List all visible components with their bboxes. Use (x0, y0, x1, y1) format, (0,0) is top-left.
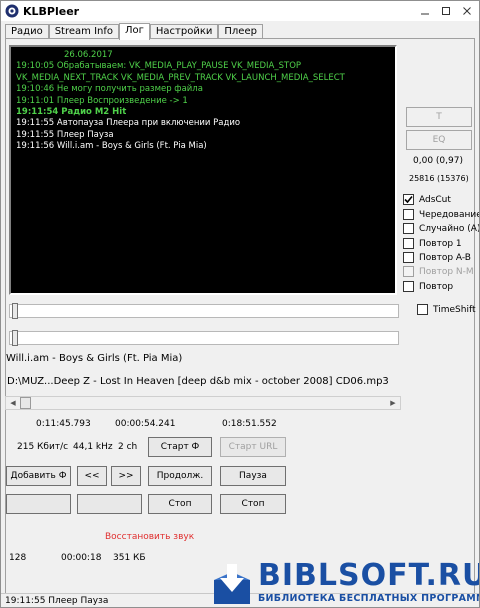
app-logo-icon (5, 4, 19, 18)
minimize-icon[interactable] (415, 2, 435, 20)
log-line: 19:11:54 Радио M2 Hit (16, 107, 127, 118)
close-icon[interactable] (457, 2, 477, 20)
volume-slider[interactable] (9, 304, 399, 318)
continue-button[interactable]: Продолж. (148, 466, 212, 486)
log-line: 19:10:46 Не могу получить размер файла (16, 84, 203, 95)
repeat-nm-checkbox: Повтор N-M (403, 265, 474, 278)
checkbox-label: AdsCut (419, 194, 451, 205)
start-url-button: Старт URL (220, 437, 286, 457)
repeat-one-checkbox[interactable]: Повтор 1 (403, 237, 462, 250)
total-time: 0:18:51.552 (222, 419, 277, 429)
eq-button[interactable]: EQ (406, 130, 472, 150)
checkbox-label: TimeShift (433, 304, 476, 315)
next-button[interactable]: >> (111, 466, 141, 486)
checkbox-label: Повтор 1 (419, 238, 462, 249)
samplerate: 44,1 kHz (73, 442, 113, 452)
level-readout: 0,00 (0,97) (413, 156, 463, 166)
add-file-button[interactable]: Добавить Ф (6, 466, 71, 486)
repeat-ab-checkbox[interactable]: Повтор A-B (403, 251, 471, 264)
checkbox-box[interactable] (403, 281, 414, 292)
checkbox-box[interactable] (403, 223, 414, 234)
bitrate: 215 Кбит/с (17, 442, 69, 452)
repeat-checkbox[interactable]: Повтор (403, 280, 453, 293)
watermark-subtitle: БИБЛИОТЕКА БЕСПЛАТНЫХ ПРОГРАММ (258, 593, 480, 604)
watermark-title: BIBLSOFT.RU (258, 558, 480, 593)
empty-button[interactable] (6, 494, 71, 514)
log-line: 19:11:01 Плеер Воспроизведение -> 1 (16, 95, 188, 106)
checkbox-label: Случайно (A) (419, 223, 480, 234)
log-line: 19:10:05 Обрабатываем: VK_MEDIA_PLAY_PAU… (16, 61, 302, 72)
log-line: VK_MEDIA_NEXT_TRACK VK_MEDIA_PREV_TRACK … (16, 72, 345, 83)
watermark: BIBLSOFT.RU БИБЛИОТЕКА БЕСПЛАТНЫХ ПРОГРА… (206, 557, 480, 607)
tab-log[interactable]: Лог (119, 23, 150, 40)
checkbox-label: Повтор (419, 281, 454, 292)
checkbox-box[interactable] (403, 252, 414, 263)
stat-duration: 00:00:18 (61, 553, 102, 563)
mid-time: 00:00:54.241 (115, 419, 176, 429)
maximize-icon[interactable] (436, 2, 456, 20)
checkbox-label: Повтор N-M (419, 266, 474, 277)
window-title: KLBPleer (23, 4, 80, 18)
position-thumb[interactable] (20, 397, 31, 409)
restore-sound-link[interactable]: Восстановить звук (105, 532, 194, 542)
tab-player[interactable]: Плеер (218, 24, 263, 39)
elapsed-time: 0:11:45.793 (36, 419, 91, 429)
scroll-left-icon[interactable]: ◀ (6, 397, 20, 409)
tab-settings[interactable]: Настройки (149, 24, 219, 39)
balance-slider-thumb[interactable] (12, 330, 18, 346)
scroll-right-icon[interactable]: ▶ (386, 397, 400, 409)
log-line: 19:11:55 Автопауза Плеера при включении … (16, 118, 241, 129)
check-icon (404, 195, 413, 204)
checkbox-box[interactable] (403, 194, 414, 205)
checkbox-box[interactable] (403, 238, 414, 249)
checkbox-label: Чередование (419, 209, 480, 220)
log-line: 26.06.2017 (64, 50, 113, 60)
position-scrollbar[interactable]: ◀ ▶ (5, 396, 401, 410)
empty-button[interactable] (77, 494, 142, 514)
prev-button[interactable]: << (77, 466, 107, 486)
log-line: 19:11:56 Will.i.am - Boys & Girls (Ft. P… (16, 141, 207, 152)
start-file-button[interactable]: Старт Ф (148, 437, 212, 457)
balance-slider[interactable] (9, 331, 399, 345)
stat-bitrate: 128 (9, 553, 27, 563)
track-title: Will.i.am - Boys & Girls (Ft. Pia Mia) (6, 353, 183, 364)
timeshift-checkbox[interactable]: TimeShift (417, 303, 475, 316)
shuffle-checkbox[interactable]: Случайно (A) (403, 222, 480, 235)
tab-stream-info[interactable]: Stream Info (48, 24, 119, 39)
file-path: D:\MUZ...Deep Z - Lost In Heaven [deep d… (7, 376, 389, 387)
app-window: KLBPleer Радио Stream Info Лог Настройки… (0, 0, 480, 608)
counter-readout: 25816 (15376) (409, 174, 469, 183)
tab-bar: Радио Stream Info Лог Настройки Плеер (5, 23, 263, 40)
title-bar: KLBPleer (1, 1, 479, 21)
download-box-icon (214, 564, 250, 604)
stat-size: 351 КБ (113, 553, 146, 563)
pause-button[interactable]: Пауза (220, 466, 286, 486)
tab-radio[interactable]: Радио (5, 24, 49, 39)
stop-button[interactable]: Стоп (148, 494, 212, 514)
stop-radio-button[interactable]: Стоп (220, 494, 286, 514)
t-button[interactable]: T (406, 107, 472, 127)
volume-slider-thumb[interactable] (12, 303, 18, 319)
log-line: 19:11:55 Плеер Пауза (16, 129, 114, 140)
checkbox-box[interactable] (417, 304, 428, 315)
log-console[interactable]: 26.06.2017 19:10:05 Обрабатываем: VK_MED… (9, 45, 397, 295)
channels: 2 ch (118, 442, 138, 452)
checkbox-box[interactable] (403, 209, 414, 220)
alternate-checkbox[interactable]: Чередование (403, 208, 480, 221)
checkbox-label: Повтор A-B (419, 252, 471, 263)
checkbox-box (403, 266, 414, 277)
adscut-checkbox[interactable]: AdsCut (403, 193, 451, 206)
